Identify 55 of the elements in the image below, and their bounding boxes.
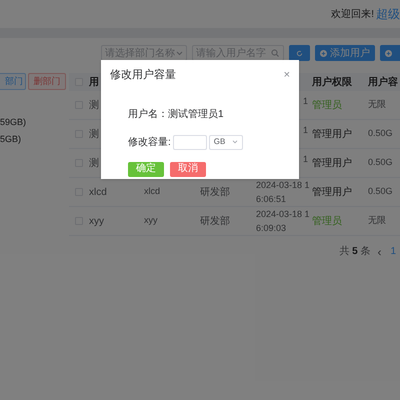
table-cell: 无限 [368,215,386,226]
table-cell: 0.50G [368,186,393,196]
user-link[interactable]: 超级 [376,5,400,23]
table-cell: 管理员 [312,100,342,110]
capacity-input[interactable] [172,134,207,150]
add-user-button[interactable]: 添加用户 [315,45,375,61]
table-cell-text: 6:06:51 [256,193,288,206]
plus-circle-icon [320,50,327,56]
table-cell: 管理员 [312,216,342,226]
table-cell: 研发部 [200,216,230,226]
cancel-button[interactable]: 取消 [170,162,206,176]
table-cell-text: 1 [302,95,308,108]
table-cell: 0.50G [368,157,393,168]
greeting-text: 欢迎回来! [331,8,374,22]
column-header: 用户容 [368,76,398,88]
table-cell: xyy [89,216,104,226]
username-text: 用户名：测试管理员1 [128,108,224,120]
table-cell: 管理用户 [312,186,352,198]
table-cell: xlcd [144,186,160,196]
previous-page-button[interactable]: ‹ [374,246,384,258]
table-cell: 测 [89,100,99,110]
tree-item[interactable]: 59GB) [0,116,69,129]
table-cell: xyy [144,215,158,226]
confirm-button[interactable]: 确定 [128,162,164,176]
table-cell: 管理用户 [312,158,352,168]
search-icon[interactable] [271,49,279,57]
column-header: 用户权限 [312,76,352,88]
column-header: 用 [89,76,99,88]
table-cell: 研发部 [200,186,230,198]
refresh-button[interactable] [289,45,310,61]
plus-circle-icon [385,50,392,56]
table-cell: xlcd [89,186,107,198]
field-label: 修改容量: [128,136,171,150]
tree-item[interactable]: 5GB) [0,133,69,146]
page-button[interactable]: 1 [388,244,398,259]
table-cell-text: 6:09:03 [256,222,288,235]
table-cell-text: 1 [302,124,308,137]
department-button[interactable]: 部门 [0,73,26,90]
close-button[interactable]: × [284,70,290,81]
dialog-title: 修改用户容量 [110,68,176,83]
table-cell-text: 2024-03-18 1 [256,208,311,221]
table-cell: 管理用户 [312,128,352,140]
table-cell: 无限 [368,99,386,110]
unit-select[interactable]: GB [208,134,243,150]
table-cell: 测 [89,128,99,140]
table-cell-text: 2024-03-18 1 [256,179,311,192]
total-label: 共 5 条 [339,244,370,259]
table-cell-text: 1 [302,153,308,166]
department-button[interactable]: 删部门 [28,73,66,90]
chevron-down-icon [232,140,238,144]
table-cell: 0.50G [368,128,393,138]
toolbar-button[interactable] [380,45,400,61]
table-cell: 测 [89,158,99,168]
refresh-icon [296,50,303,56]
chevron-down-icon [176,50,183,56]
